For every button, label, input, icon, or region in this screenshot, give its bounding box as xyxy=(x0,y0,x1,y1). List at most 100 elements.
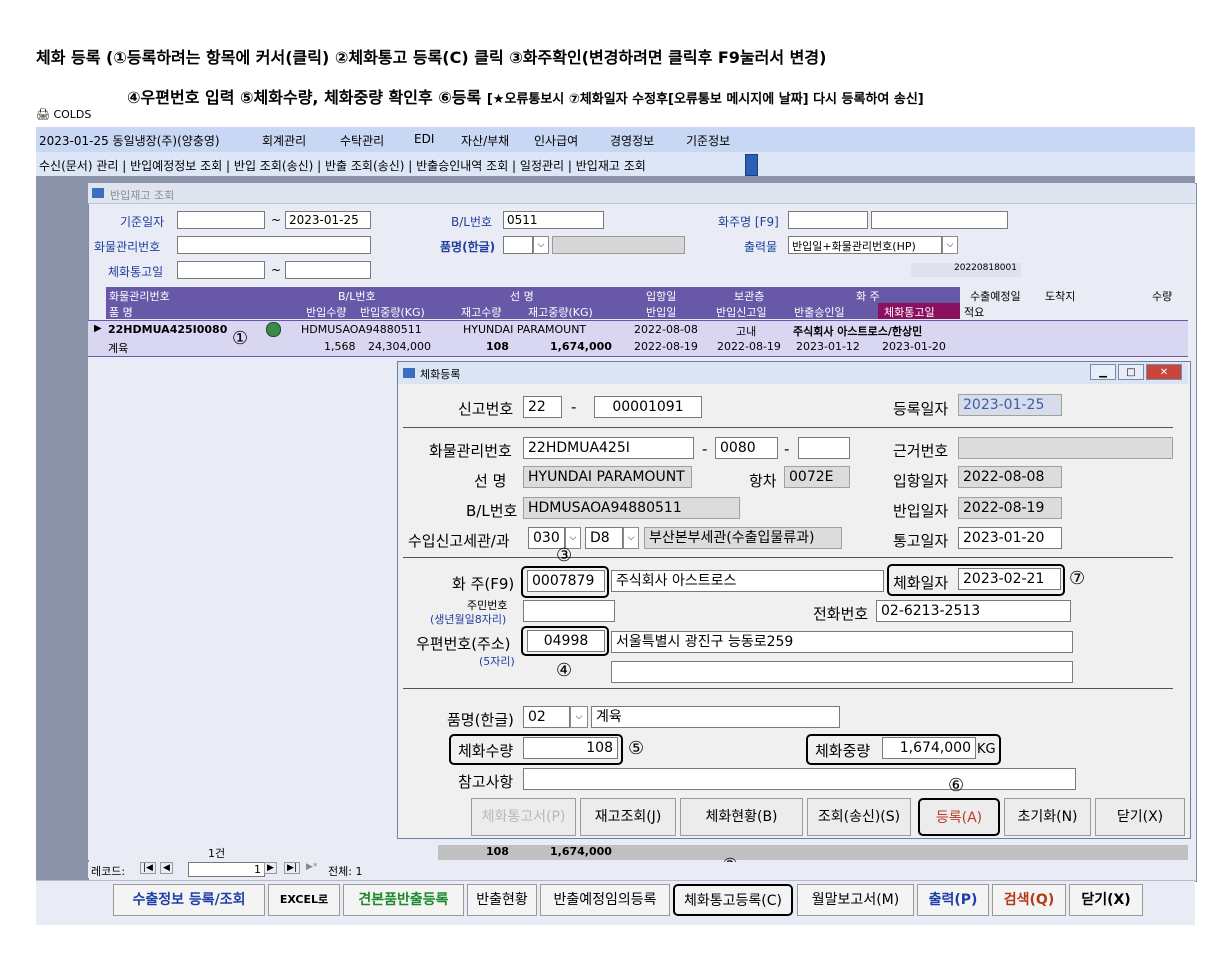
hdr-cargo-no[interactable]: 화물관리번호 xyxy=(109,288,170,304)
hdr-export-date[interactable]: 수출예정일 xyxy=(970,288,1021,304)
notice-date-to-input[interactable] xyxy=(285,261,371,279)
cell-notice-date[interactable]: 2023-01-20 xyxy=(882,340,946,353)
hdr-stock-weight[interactable]: 재고중량(KG) xyxy=(528,304,593,320)
owner-code-input[interactable] xyxy=(788,211,868,229)
notice-date-input[interactable]: 2023-01-20 xyxy=(958,527,1062,549)
tb-incoming-query[interactable]: 반입 조회(송신) xyxy=(234,159,313,173)
close-button[interactable]: 닫기(X) xyxy=(1069,884,1143,916)
cargo-main-input[interactable]: 22HDMUA425I xyxy=(523,437,694,459)
cell-in-qty[interactable]: 1,568 xyxy=(324,340,356,353)
record-current-input[interactable]: 1 xyxy=(188,862,265,877)
menu-edi[interactable]: EDI xyxy=(414,132,434,146)
menu-accounting[interactable]: 회계관리 xyxy=(262,132,306,149)
close-icon[interactable]: ✕ xyxy=(1146,364,1182,380)
cell-stock-weight[interactable]: 1,674,000 xyxy=(550,340,612,353)
stock-query-button[interactable]: 재고조회(J) xyxy=(580,798,676,836)
address2-input[interactable] xyxy=(611,661,1073,683)
excel-button[interactable]: EXCEL로 xyxy=(268,884,340,916)
item-dropdown-icon[interactable]: ⌵ xyxy=(533,236,549,254)
tb-outgoing-query[interactable]: 반출 조회(송신) xyxy=(325,159,404,173)
address1-input[interactable]: 서울특별시 광진구 능동로259 xyxy=(611,631,1073,653)
monthly-report-button[interactable]: 월말보고서(M) xyxy=(797,884,914,916)
reset-button[interactable]: 초기화(N) xyxy=(1004,798,1091,836)
table-row[interactable]: 계육 1,568 24,304,000 108 1,674,000 2022-0… xyxy=(88,338,1188,357)
notice-letter-button[interactable]: 체화통고서(P) xyxy=(471,798,576,836)
output-dropdown-icon[interactable]: ⌵ xyxy=(942,236,958,254)
hdr-bl-no[interactable]: B/L번호 xyxy=(338,288,376,304)
owner-name-input[interactable] xyxy=(871,211,1008,229)
search-button[interactable]: 검색(Q) xyxy=(992,884,1066,916)
cell-vessel[interactable]: HYUNDAI PARAMOUNT xyxy=(463,323,586,336)
item-name-input[interactable]: 계육 xyxy=(591,706,840,728)
base-date-from-input[interactable] xyxy=(177,211,265,229)
overdue-date-input[interactable]: 2023-02-21 xyxy=(958,568,1061,590)
remark-input[interactable] xyxy=(523,768,1076,790)
dialog-close-button[interactable]: 닫기(X) xyxy=(1095,798,1185,836)
hdr-item[interactable]: 품 명 xyxy=(109,304,133,320)
cell-cargo-no[interactable]: 22HDMUA425I0080 xyxy=(108,323,227,336)
hdr-in-date[interactable]: 반입일 xyxy=(646,304,676,320)
hdr-destination[interactable]: 도착지 xyxy=(1045,288,1075,304)
output-select[interactable]: 반입일+화물관리번호(HP) xyxy=(788,236,942,254)
tb-stock-query[interactable]: 반입재고 조회 xyxy=(576,159,646,173)
cargo-sub2-input[interactable] xyxy=(798,437,850,459)
menu-consignment[interactable]: 수탁관리 xyxy=(340,132,384,149)
new-record-icon[interactable]: ▶* xyxy=(304,862,319,872)
customs-div-dropdown-icon[interactable]: ⌵ xyxy=(623,527,639,549)
hdr-floor[interactable]: 보관층 xyxy=(734,288,764,304)
globe-icon[interactable] xyxy=(266,322,281,337)
hdr-in-weight[interactable]: 반입중량(KG) xyxy=(360,304,425,320)
cell-in-report-date[interactable]: 2022-08-19 xyxy=(717,340,781,353)
tb-schedule[interactable]: 일정관리 xyxy=(520,159,564,173)
report-no-year-input[interactable]: 22 xyxy=(523,396,562,418)
cell-item[interactable]: 계육 xyxy=(108,340,128,356)
owner-code-input[interactable]: 0007879 xyxy=(527,570,605,592)
cell-arrival-date[interactable]: 2022-08-08 xyxy=(634,323,698,336)
hdr-remark[interactable]: 적요 xyxy=(964,304,984,320)
owner-name-input[interactable]: 주식회사 아스트로스 xyxy=(611,570,884,592)
cell-out-approval[interactable]: 2023-01-12 xyxy=(796,340,860,353)
sample-out-button[interactable]: 견본품반출등록 xyxy=(343,884,464,916)
cell-in-date[interactable]: 2022-08-19 xyxy=(634,340,698,353)
export-info-button[interactable]: 수출정보 등록/조회 xyxy=(113,884,265,916)
hdr-owner[interactable]: 화 주 xyxy=(856,288,880,304)
first-record-icon[interactable]: |◀ xyxy=(140,862,156,874)
menu-user-info[interactable]: 2023-01-25 동일냉장(주)(양충영) xyxy=(39,132,220,149)
tb-incoming-plan[interactable]: 반입예정정보 조회 xyxy=(130,159,222,173)
cell-stock-qty[interactable]: 108 xyxy=(486,340,509,353)
out-status-button[interactable]: 반출현황 xyxy=(467,884,537,916)
menu-base-info[interactable]: 기준정보 xyxy=(686,132,730,149)
cargo-sub-input[interactable]: 0080 xyxy=(715,437,778,459)
register-button[interactable]: 등록(A) xyxy=(918,798,1000,836)
base-date-to-input[interactable]: 2023-01-25 xyxy=(285,211,371,229)
last-record-icon[interactable]: ▶| xyxy=(284,862,300,874)
cell-floor[interactable]: 고내 xyxy=(736,323,756,339)
item-code-select[interactable]: 02 xyxy=(523,706,570,728)
zip-input[interactable]: 04998 xyxy=(527,630,605,652)
hdr-in-qty[interactable]: 반입수량 xyxy=(306,304,346,320)
cell-in-weight[interactable]: 24,304,000 xyxy=(368,340,431,353)
overdue-status-button[interactable]: 체화현황(B) xyxy=(680,798,803,836)
minimize-icon[interactable]: ▁ xyxy=(1090,364,1116,380)
hdr-qty[interactable]: 수량 xyxy=(1152,288,1172,304)
next-record-icon[interactable]: ▶ xyxy=(264,862,277,874)
table-row[interactable]: ▶ 22HDMUA425I0080 HDMUSAOA94880511 HYUND… xyxy=(88,320,1188,339)
hdr-vessel[interactable]: 선 명 xyxy=(510,288,534,304)
cargo-no-input[interactable] xyxy=(177,236,371,254)
cell-bl-no[interactable]: HDMUSAOA94880511 xyxy=(301,323,422,336)
bl-input[interactable]: 0511 xyxy=(503,211,604,229)
customs-div-select[interactable]: D8 xyxy=(585,527,623,549)
menu-management-info[interactable]: 경영정보 xyxy=(610,132,654,149)
hdr-out-approval[interactable]: 반출승인일 xyxy=(794,304,845,320)
report-no-seq-input[interactable]: 00001091 xyxy=(594,396,702,418)
cell-owner[interactable]: 주식회사 아스트로스/한상민 xyxy=(793,323,922,339)
notice-date-from-input[interactable] xyxy=(177,261,265,279)
prev-record-icon[interactable]: ◀ xyxy=(160,862,173,874)
resident-no-input[interactable] xyxy=(523,600,615,622)
hdr-notice-date[interactable]: 체화통고일 xyxy=(884,304,935,320)
item-code-select[interactable] xyxy=(503,236,533,254)
query-send-button[interactable]: 조회(송신)(S) xyxy=(807,798,911,836)
hdr-arrival[interactable]: 입항일 xyxy=(646,288,676,304)
planned-out-button[interactable]: 반출예정임의등록 xyxy=(540,884,670,916)
tb-received-docs[interactable]: 수신(문서) 관리 xyxy=(39,159,118,173)
